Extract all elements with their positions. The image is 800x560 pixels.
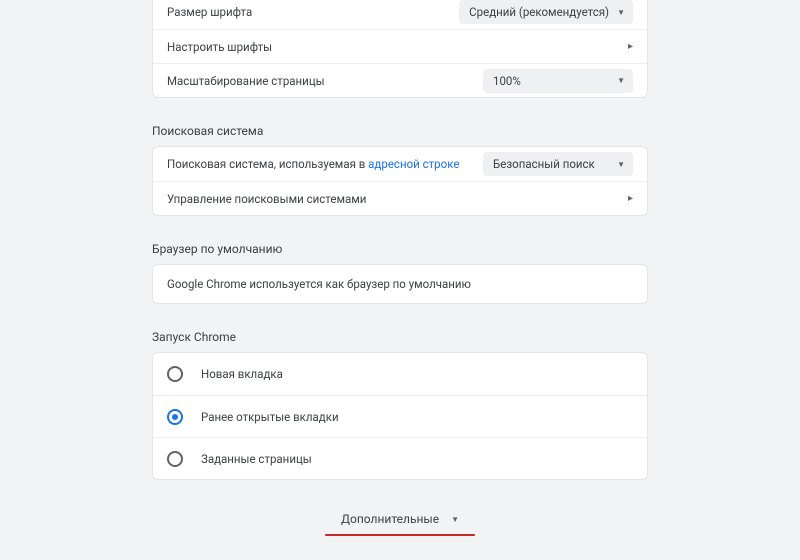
radio-icon[interactable] — [167, 409, 183, 425]
advanced-row: Дополнительные ▼ — [0, 508, 800, 536]
radio-icon[interactable] — [167, 366, 183, 382]
startup-option-new-tab[interactable]: Новая вкладка — [153, 353, 647, 395]
chevron-down-icon: ▼ — [617, 8, 625, 17]
font-size-value: Средний (рекомендуется) — [469, 5, 609, 19]
advanced-button[interactable]: Дополнительные ▼ — [335, 508, 465, 530]
manage-search-engines-row[interactable]: Управление поисковыми системами ▸ — [153, 181, 647, 215]
search-engine-row[interactable]: Поисковая система, используемая в адресн… — [153, 147, 647, 181]
page-zoom-label: Масштабирование страницы — [167, 74, 325, 88]
startup-option-specific-pages[interactable]: Заданные страницы — [153, 437, 647, 479]
chevron-right-icon: ▸ — [628, 193, 633, 204]
page-zoom-row[interactable]: Масштабирование страницы 100% ▼ — [153, 63, 647, 97]
advanced-label: Дополнительные — [341, 512, 439, 526]
default-browser-card: Google Chrome используется как браузер п… — [152, 264, 648, 304]
startup-section-title: Запуск Chrome — [152, 330, 648, 344]
startup-option-label: Заданные страницы — [201, 452, 312, 466]
chevron-down-icon: ▼ — [617, 160, 625, 169]
page-zoom-value: 100% — [493, 74, 521, 88]
page-zoom-dropdown[interactable]: 100% ▼ — [483, 69, 633, 93]
startup-card: Новая вкладка Ранее открытые вкладки Зад… — [152, 352, 648, 480]
chevron-down-icon: ▼ — [451, 515, 459, 524]
search-engine-dropdown[interactable]: Безопасный поиск ▼ — [483, 152, 633, 176]
search-engine-section-title: Поисковая система — [152, 124, 648, 138]
customize-fonts-row[interactable]: Настроить шрифты ▸ — [153, 29, 647, 63]
startup-option-continue[interactable]: Ранее открытые вкладки — [153, 395, 647, 437]
default-browser-section-title: Браузер по умолчанию — [152, 242, 648, 256]
chevron-right-icon: ▸ — [628, 41, 633, 52]
chevron-down-icon: ▼ — [617, 76, 625, 85]
customize-fonts-label: Настроить шрифты — [167, 40, 272, 54]
address-bar-link[interactable]: адресной строке — [368, 157, 459, 171]
manage-search-engines-label: Управление поисковыми системами — [167, 192, 366, 206]
startup-option-label: Ранее открытые вкладки — [201, 410, 339, 424]
font-size-label: Размер шрифта — [167, 5, 252, 19]
radio-icon[interactable] — [167, 451, 183, 467]
font-size-dropdown[interactable]: Средний (рекомендуется) ▼ — [459, 0, 633, 24]
appearance-card: Размер шрифта Средний (рекомендуется) ▼ … — [152, 0, 648, 98]
startup-option-label: Новая вкладка — [201, 367, 283, 381]
font-size-row[interactable]: Размер шрифта Средний (рекомендуется) ▼ — [153, 0, 647, 29]
search-engine-value: Безопасный поиск — [493, 157, 595, 171]
annotation-underline — [325, 534, 475, 536]
search-engine-card: Поисковая система, используемая в адресн… — [152, 146, 648, 216]
default-browser-info: Google Chrome используется как браузер п… — [153, 265, 647, 303]
search-engine-label: Поисковая система, используемая в адресн… — [167, 157, 459, 171]
